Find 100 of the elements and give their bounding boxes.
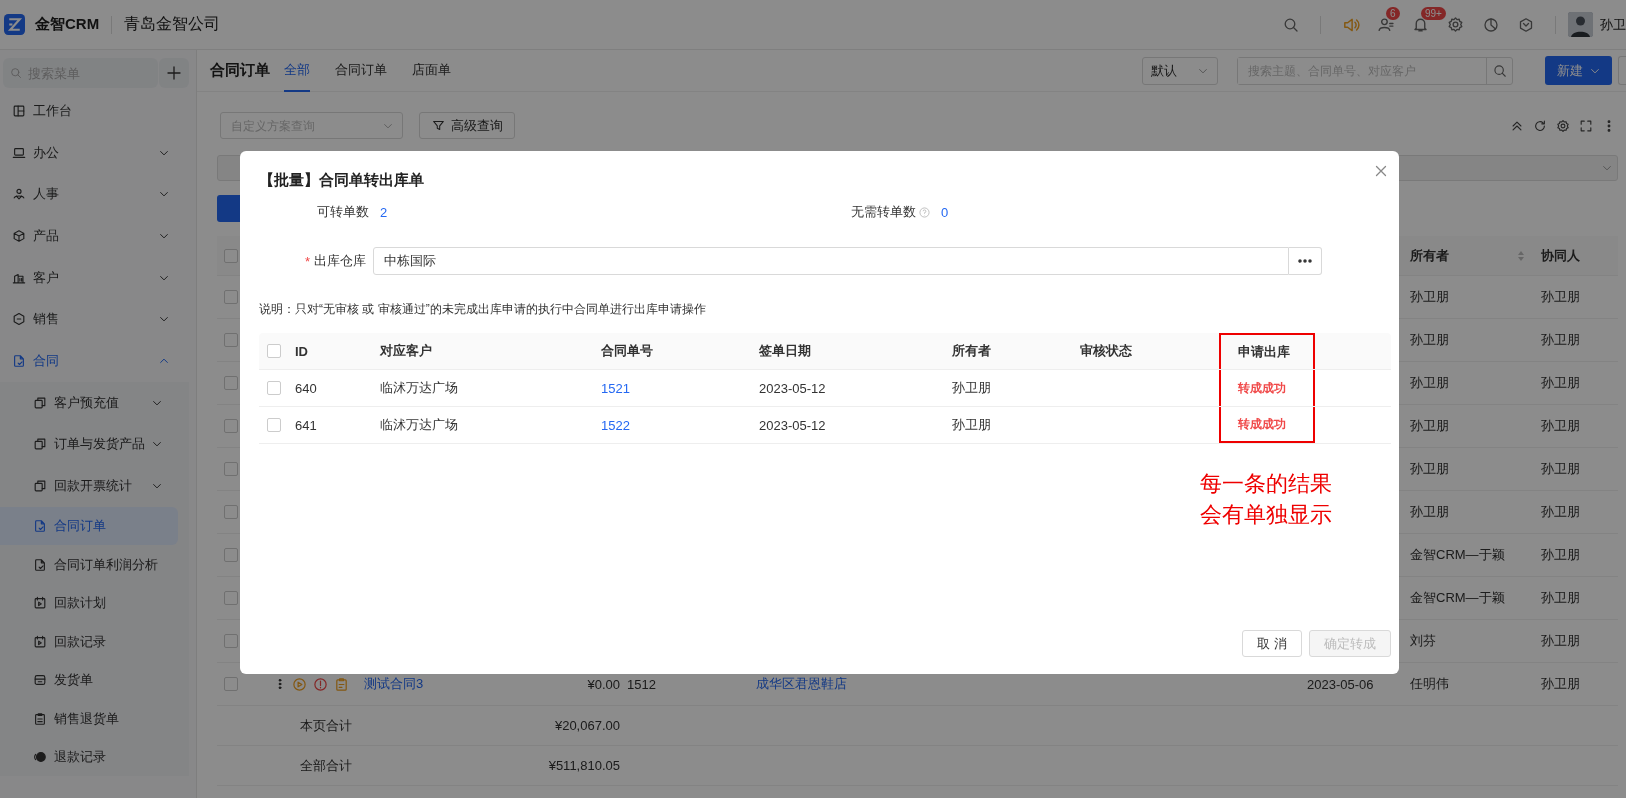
advanced-search-button[interactable]: 高级查询 <box>419 112 515 139</box>
add-icon[interactable] <box>166 65 182 81</box>
pie-chart-icon[interactable] <box>1482 16 1499 33</box>
alert-circle-icon[interactable] <box>313 676 328 692</box>
sidebar-item[interactable]: 回款计划 <box>0 583 189 623</box>
bell-icon[interactable] <box>1412 16 1429 33</box>
sidebar-item[interactable]: 发货单 <box>0 660 189 700</box>
annotation-text: 每一条的结果 <box>1200 470 1332 498</box>
new-button[interactable]: 新建 <box>1545 56 1612 85</box>
checkbox[interactable] <box>224 333 238 347</box>
column-header[interactable]: 协同人 <box>1541 247 1580 263</box>
sidebar-item[interactable]: 订单与发货产品 <box>0 423 189 466</box>
table-cell: 孙卫朋 <box>1541 289 1580 304</box>
refresh-icon[interactable] <box>1533 118 1547 133</box>
sidebar-item[interactable]: 退款记录 <box>0 737 189 777</box>
checkbox[interactable] <box>224 548 238 562</box>
sidebar-item[interactable]: 销售 <box>0 298 196 341</box>
search-icon[interactable] <box>1282 16 1299 33</box>
tab[interactable]: 合同订单 <box>335 49 387 92</box>
stat-value: 0 <box>941 204 949 220</box>
contract-link[interactable]: 测试合同3 <box>364 676 424 691</box>
shield-icon[interactable] <box>1517 16 1534 33</box>
cancel-button[interactable]: 取 消 <box>1242 630 1302 657</box>
clipboard-icon <box>33 711 47 726</box>
table-cell: 孙卫朋 <box>952 416 991 434</box>
view-select[interactable]: 默认 <box>1142 56 1218 85</box>
checkbox[interactable] <box>224 290 238 304</box>
count-badge: 6 <box>1386 7 1400 20</box>
tab[interactable]: 全部 <box>284 49 310 92</box>
tab[interactable]: 店面单 <box>412 49 451 92</box>
table-cell: 孙卫朋 <box>1410 374 1449 392</box>
sidebar-item[interactable]: 产品 <box>0 215 196 257</box>
calendar-icon <box>33 596 47 611</box>
user-name[interactable]: 孙卫 <box>1600 15 1626 34</box>
checkbox[interactable] <box>267 418 281 432</box>
sidebar-item[interactable]: 合同订单 <box>0 506 178 546</box>
annotation-text: 会有单独显示 <box>1200 501 1332 529</box>
table-cell: 孙卫朋 <box>1541 547 1580 562</box>
checkbox[interactable] <box>224 376 238 390</box>
column-header[interactable]: 所有者 <box>1410 246 1449 265</box>
column-header: 审核状态 <box>1080 342 1132 360</box>
clipboard-icon[interactable] <box>334 676 349 692</box>
required-mark: * <box>305 253 311 269</box>
copy-icon <box>33 479 47 494</box>
page-title: 合同订单 <box>210 61 270 80</box>
checkbox[interactable] <box>224 505 238 519</box>
column-header: 所有者 <box>952 342 991 360</box>
stat-label: 无需转单数 <box>851 203 916 221</box>
table-cell: 孙卫朋 <box>1541 504 1580 519</box>
sidebar-item[interactable]: 工作台 <box>0 90 196 132</box>
table-cell: 孙卫朋 <box>952 379 991 397</box>
checkbox[interactable] <box>224 419 238 433</box>
checkbox[interactable] <box>224 677 238 691</box>
contacts-icon[interactable] <box>1377 16 1394 33</box>
checkbox[interactable] <box>267 344 281 358</box>
table-cell: 孙卫朋 <box>1541 590 1580 605</box>
picker-button[interactable] <box>1289 247 1323 275</box>
company-name: 青岛金智公司 <box>124 14 221 34</box>
sidebar-item[interactable]: 回款开票统计 <box>0 465 189 507</box>
status-text: 转成成功 <box>1238 379 1286 397</box>
checkbox[interactable] <box>267 381 281 395</box>
avatar[interactable] <box>1568 12 1593 37</box>
sidebar-item[interactable]: 客户预充值 <box>0 381 189 424</box>
settings-icon[interactable] <box>1447 16 1464 33</box>
search-icon[interactable] <box>1492 63 1507 78</box>
total-amount: ¥20,067.00 <box>554 718 620 733</box>
sidebar-item[interactable]: 办公 <box>0 131 196 174</box>
cube-icon <box>12 228 26 243</box>
sidebar-item[interactable]: 客户 <box>0 256 196 299</box>
contract-link[interactable]: 1521 <box>601 380 630 396</box>
sidebar-item[interactable]: 人事 <box>0 173 196 216</box>
table-cell: 孙卫朋 <box>1410 288 1449 306</box>
help-icon[interactable] <box>919 206 930 218</box>
sidebar-item[interactable]: 合同 <box>0 340 196 382</box>
table-cell: 641 <box>295 417 317 433</box>
sidebar-item[interactable]: 回款记录 <box>0 622 189 661</box>
table-cell: 孙卫朋 <box>1410 417 1449 435</box>
settings-icon[interactable] <box>1556 118 1570 133</box>
fullscreen-icon[interactable] <box>1579 118 1593 133</box>
checkbox[interactable] <box>224 462 238 476</box>
sort-icon[interactable] <box>1517 249 1525 262</box>
total-amount: ¥511,810.05 <box>548 758 620 773</box>
sidebar-item[interactable]: 销售退货单 <box>0 699 189 738</box>
table-cell: 孙卫朋 <box>1410 331 1449 349</box>
warehouse-field[interactable]: 中栋国际 <box>373 247 1290 275</box>
column-header: 对应客户 <box>380 342 432 360</box>
checkbox[interactable] <box>224 591 238 605</box>
customer-link[interactable]: 成华区君恩鞋店 <box>756 676 847 691</box>
table-cell: 2023-05-12 <box>759 417 826 433</box>
filter-icon <box>431 119 445 132</box>
note-text: 说明：只对“无审核 或 审核通过”的未完成出库申请的执行中合同单进行出库申请操作 <box>259 301 707 318</box>
dialog-title: 【批量】合同单转出库单 <box>259 170 424 190</box>
status-text: 转成成功 <box>1238 415 1286 433</box>
play-circle-icon[interactable] <box>292 676 307 692</box>
table-cell: 2023-05-12 <box>759 380 826 396</box>
checkbox[interactable] <box>224 634 238 648</box>
sidebar-item[interactable]: 合同订单利润分析 <box>0 545 189 584</box>
contract-link[interactable]: 1522 <box>601 417 630 433</box>
checkbox[interactable] <box>224 248 238 263</box>
hexagon-icon <box>12 312 26 327</box>
